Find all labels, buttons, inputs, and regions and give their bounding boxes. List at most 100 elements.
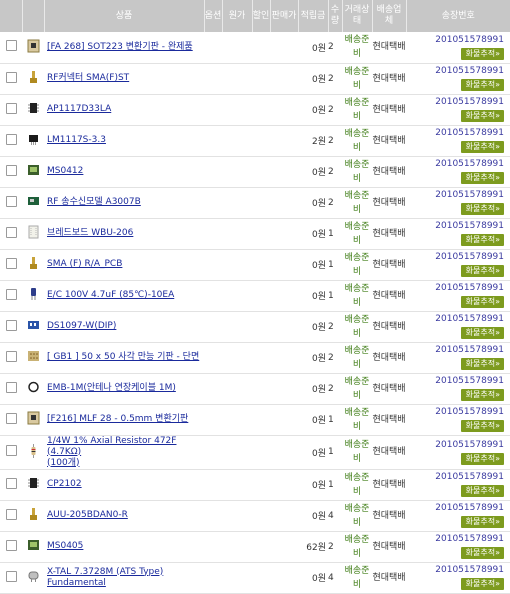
track-shipment-button[interactable]: 화물추적» [460, 485, 504, 497]
connector-thumb[interactable] [27, 70, 40, 84]
track-shipment-button[interactable]: 화물추적» [460, 172, 504, 184]
row-checkbox[interactable] [5, 350, 17, 362]
product-cell: RF 송수신모델 A3007B [44, 187, 204, 218]
product-link[interactable]: EMB-1M(안테나 연장케이블 1M) [47, 383, 204, 394]
chip-thumb[interactable] [27, 476, 40, 490]
resistor-thumb[interactable] [27, 443, 40, 458]
product-link[interactable]: AUU-205BDAN0-R [47, 510, 204, 521]
track-shipment-button[interactable]: 화물추적» [460, 141, 504, 153]
breadboard-thumb[interactable] [27, 225, 40, 239]
row-checkbox[interactable] [5, 477, 17, 489]
tracking-cell: 201051578991 화물추적» [406, 404, 510, 435]
track-shipment-button[interactable]: 화물추적» [460, 452, 504, 465]
pcb-thumb[interactable] [27, 349, 40, 363]
product-sub-link[interactable]: (100개) [47, 458, 204, 469]
product-sub-link[interactable]: Fundamental [47, 578, 204, 589]
track-shipment-button[interactable]: 화물추적» [460, 47, 504, 60]
thumb-cell [22, 218, 44, 249]
row-checkbox[interactable] [5, 40, 17, 52]
product-link[interactable]: 1/4W 1% Axial Resistor 472F (4.7KΩ) [47, 436, 204, 458]
product-link[interactable]: LM1117S-3.3 [47, 135, 204, 146]
checkbox-cell [0, 531, 22, 562]
row-checkbox[interactable] [5, 71, 17, 83]
row-checkbox[interactable] [5, 102, 17, 114]
row-checkbox[interactable] [5, 195, 17, 207]
table-row: [ GB1 ] 50 x 50 사각 만능 기판 - 단면 0원 2 배송준비 … [0, 342, 510, 373]
switch-thumb[interactable] [27, 318, 40, 332]
option-cell [204, 342, 222, 373]
product-link[interactable]: E/C 100V 4.7uF (85℃)-10EA [47, 290, 204, 301]
product-cell: 1/4W 1% Axial Resistor 472F (4.7KΩ) (100… [44, 435, 204, 469]
cable-thumb[interactable] [27, 380, 40, 394]
capacitor-thumb[interactable] [27, 287, 40, 301]
courier-value: 현대택배 [372, 383, 406, 394]
courier-value: 현대택배 [372, 197, 406, 208]
row-checkbox[interactable] [5, 381, 17, 393]
table-row: EMB-1M(안테나 연장케이블 1M) 0원 2 배송준비 현대택배 2010… [0, 373, 510, 404]
track-shipment-button[interactable]: 화물추적» [460, 358, 504, 370]
tracking-cell: 201051578991 화물추적» [406, 249, 510, 280]
quantity-value: 2 [328, 73, 334, 84]
header-option: 옵션 [204, 0, 223, 32]
track-shipment-button[interactable]: 화물추적» [460, 578, 504, 590]
track-shipment-button[interactable]: 화물추적» [460, 203, 504, 215]
product-link[interactable]: AP1117D33LA [47, 104, 204, 115]
product-link[interactable]: X-TAL 7.3728M (ATS Type) [47, 567, 204, 578]
module-thumb[interactable] [27, 194, 40, 208]
connector-thumb[interactable] [27, 507, 40, 521]
quantity-value: 2 [328, 42, 334, 53]
row-checkbox[interactable] [5, 445, 17, 456]
track-shipment-button[interactable]: 화물추적» [460, 79, 504, 91]
row-checkbox[interactable] [5, 412, 17, 424]
lcd-thumb[interactable] [27, 538, 40, 552]
row-checkbox[interactable] [5, 288, 17, 300]
row-checkbox[interactable] [5, 226, 17, 238]
product-link[interactable]: DS1097-W(DIP) [47, 321, 204, 332]
track-shipment-button[interactable]: 화물추적» [460, 110, 504, 122]
regulator-thumb[interactable] [27, 132, 40, 146]
product-link[interactable]: RF커넥터 SMA(F)ST [47, 73, 204, 84]
board-thumb[interactable] [27, 411, 40, 425]
row-checkbox[interactable] [5, 319, 17, 331]
lcd-thumb[interactable] [27, 163, 40, 177]
table-row: 1/4W 1% Axial Resistor 472F (4.7KΩ) (100… [0, 435, 510, 469]
product-link[interactable]: MS0405 [47, 541, 204, 552]
track-shipment-button[interactable]: 화물추적» [460, 420, 504, 432]
product-link[interactable]: [ GB1 ] 50 x 50 사각 만능 기판 - 단면 [47, 352, 204, 363]
product-cell: MS0405 [44, 531, 204, 562]
crystal-thumb[interactable] [27, 569, 40, 583]
table-row: LM1117S-3.3 2원 2 배송준비 현대택배 201051578991 … [0, 125, 510, 156]
row-checkbox[interactable] [5, 508, 17, 520]
courier-value: 현대택배 [372, 510, 406, 521]
product-link[interactable]: [F216] MLF 28 - 0.5mm 변환기판 [47, 414, 204, 425]
status-value: 배송준비 [344, 440, 370, 464]
track-shipment-button[interactable]: 화물추적» [460, 296, 504, 308]
row-checkbox[interactable] [5, 164, 17, 176]
option-cell [204, 32, 222, 63]
discount-cell [252, 249, 270, 280]
product-link[interactable]: CP2102 [47, 479, 204, 490]
track-shipment-button[interactable]: 화물추적» [460, 516, 504, 528]
table-row: MS0412 0원 2 배송준비 현대택배 201051578991 화물추적» [0, 156, 510, 187]
track-shipment-button[interactable]: 화물추적» [460, 389, 504, 401]
chip-thumb[interactable] [27, 101, 40, 115]
row-checkbox[interactable] [5, 133, 17, 145]
row-checkbox[interactable] [5, 570, 17, 582]
product-link[interactable]: 브레드보드 WBU-206 [47, 228, 204, 239]
row-checkbox[interactable] [5, 257, 17, 269]
track-shipment-button[interactable]: 화물추적» [460, 265, 504, 277]
checkbox-cell [0, 562, 22, 593]
discount-cell [252, 32, 270, 63]
track-shipment-button[interactable]: 화물추적» [460, 547, 504, 559]
connector-thumb[interactable] [27, 256, 40, 270]
product-link[interactable]: MS0412 [47, 166, 204, 177]
product-link[interactable]: RF 송수신모델 A3007B [47, 197, 204, 208]
product-link[interactable]: SMA (F) R/A_PCB [47, 259, 204, 270]
tracking-cell: 201051578991 화물추적» [406, 562, 510, 593]
track-shipment-button[interactable]: 화물추적» [460, 234, 504, 246]
product-link[interactable]: [FA 268] SOT223 변환기판 - 완제품 [47, 42, 204, 53]
row-checkbox[interactable] [5, 539, 17, 551]
track-shipment-button[interactable]: 화물추적» [460, 327, 504, 339]
quantity-value: 2 [328, 135, 334, 146]
board-thumb[interactable] [27, 39, 40, 53]
